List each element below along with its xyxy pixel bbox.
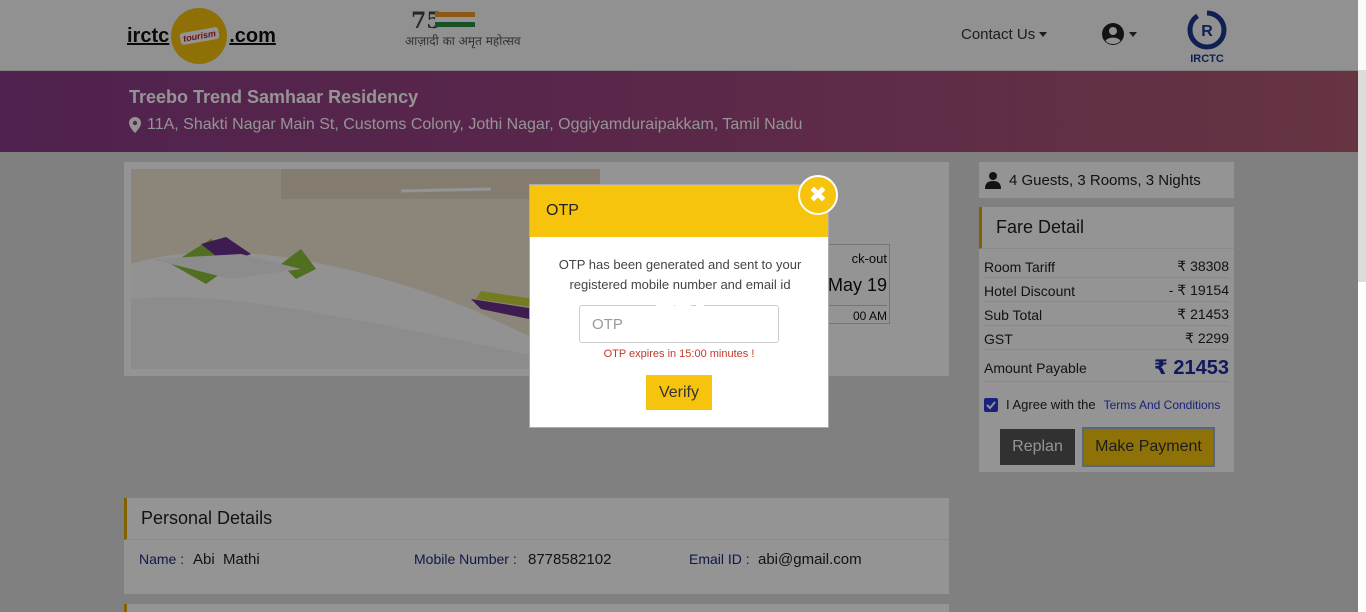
close-icon[interactable]: ✖	[798, 175, 838, 215]
verify-button[interactable]: Verify	[646, 375, 712, 410]
page-scroll-gutter	[1358, 282, 1366, 612]
otp-expiry-text: OTP expires in 15:00 minutes !	[603, 348, 755, 360]
loader-dot	[675, 297, 691, 313]
loader-dot	[696, 301, 704, 309]
loader-dot	[656, 296, 674, 314]
otp-message: OTP has been generated and sent to your …	[558, 257, 802, 292]
otp-modal-title: OTP	[530, 185, 828, 237]
loading-spinner	[656, 296, 704, 314]
